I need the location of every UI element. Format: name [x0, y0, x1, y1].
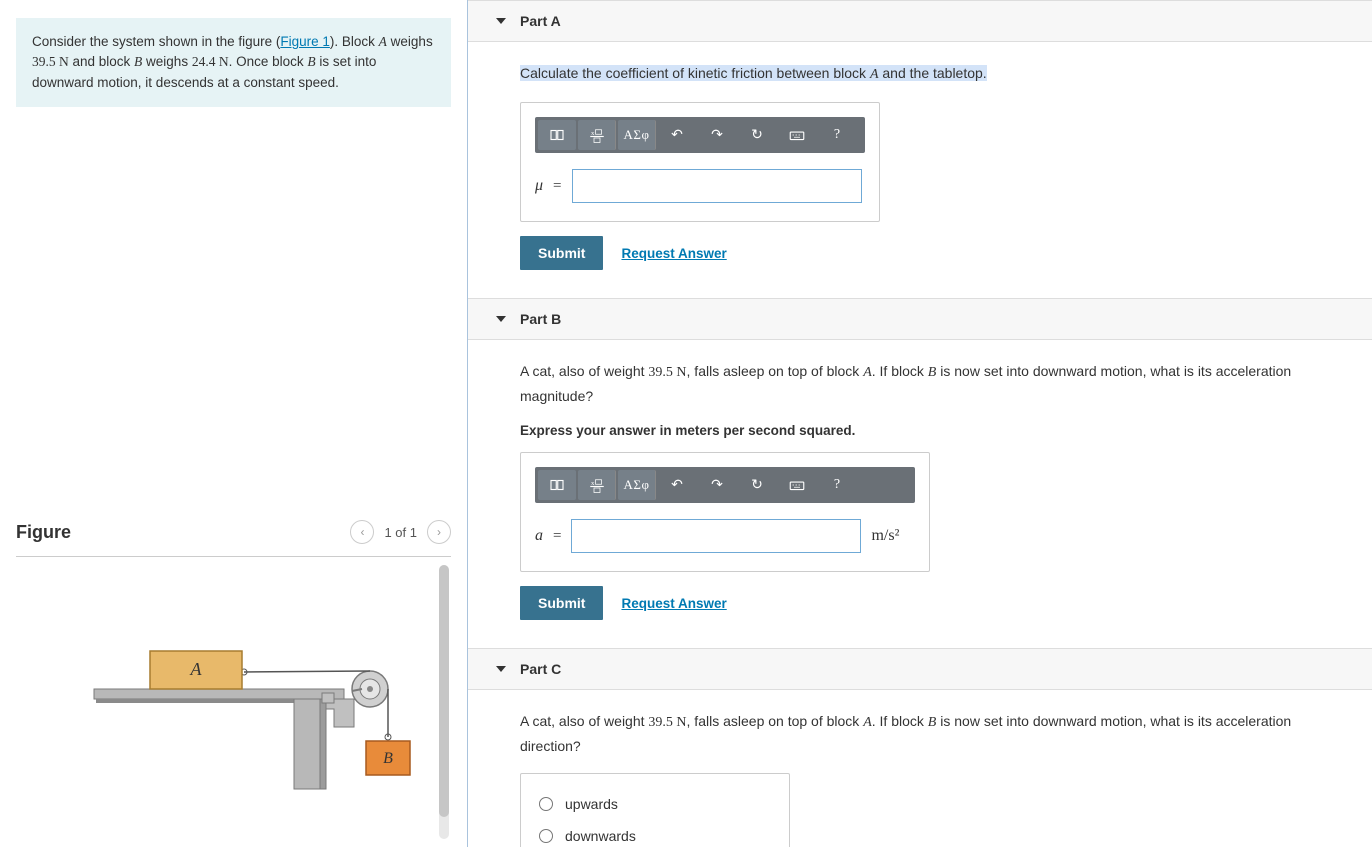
undo-icon[interactable]: ↶ [658, 470, 696, 500]
part-a-title: Part A [520, 13, 561, 29]
figure-header: Figure ‹ 1 of 1 › [16, 514, 451, 557]
variable-label: a [535, 527, 543, 545]
figure-link[interactable]: Figure 1 [280, 34, 330, 49]
radio-option-upwards[interactable]: upwards [539, 788, 771, 820]
weight-value: 39.5 N [648, 365, 686, 380]
fraction-icon[interactable]: x [578, 470, 616, 500]
radio-downwards[interactable] [539, 829, 553, 843]
part-a-answer-box: x ΑΣφ ↶ ↷ ↻ ? μ = [520, 102, 880, 222]
left-panel: Consider the system shown in the figure … [0, 0, 468, 847]
figure-scroll-thumb[interactable] [439, 565, 449, 817]
equals-sign: = [553, 528, 561, 545]
problem-text: weighs [142, 54, 192, 69]
figure-nav-label: 1 of 1 [384, 525, 417, 540]
keyboard-icon[interactable] [778, 470, 816, 500]
right-panel: Part A Calculate the coefficient of kine… [468, 0, 1372, 847]
weight-B: 24.4 N [192, 54, 229, 69]
request-answer-link[interactable]: Request Answer [621, 246, 726, 261]
redo-icon[interactable]: ↷ [698, 470, 736, 500]
greek-button[interactable]: ΑΣφ [618, 120, 656, 150]
block-b-label: B [383, 750, 393, 767]
template-icon[interactable] [538, 470, 576, 500]
figure-scrollbar[interactable] [439, 565, 449, 839]
var-A: A [870, 67, 879, 82]
radio-option-downwards[interactable]: downwards [539, 820, 771, 847]
variable-label: μ [535, 177, 543, 195]
answer-row: μ = [535, 169, 865, 203]
equals-sign: = [553, 178, 561, 195]
request-answer-link[interactable]: Request Answer [621, 596, 726, 611]
prompt-text: , falls asleep on top of block [687, 713, 864, 729]
problem-text: and block [69, 54, 134, 69]
radio-label: downwards [565, 828, 636, 844]
problem-statement: Consider the system shown in the figure … [16, 18, 451, 107]
part-c-body: A cat, also of weight 39.5 N, falls asle… [468, 690, 1372, 847]
part-a-prompt: Calculate the coefficient of kinetic fri… [520, 62, 1344, 86]
figure-title: Figure [16, 522, 71, 543]
answer-row: a = m/s² [535, 519, 915, 553]
figure-nav: ‹ 1 of 1 › [350, 520, 451, 544]
var-A: A [863, 365, 872, 380]
radio-upwards[interactable] [539, 797, 553, 811]
part-c-title: Part C [520, 661, 561, 677]
chevron-down-icon [496, 18, 506, 24]
part-c-prompt: A cat, also of weight 39.5 N, falls asle… [520, 710, 1344, 757]
radio-label: upwards [565, 796, 618, 812]
part-b-instruction: Express your answer in meters per second… [520, 423, 1344, 438]
problem-text: Consider the system shown in the figure … [32, 34, 280, 49]
equation-toolbar: x ΑΣφ ↶ ↷ ↻ ? [535, 467, 915, 503]
keyboard-icon[interactable] [778, 120, 816, 150]
submit-button[interactable]: Submit [520, 586, 603, 620]
greek-button[interactable]: ΑΣφ [618, 470, 656, 500]
help-button[interactable]: ? [818, 120, 856, 150]
equation-toolbar: x ΑΣφ ↶ ↷ ↻ ? [535, 117, 865, 153]
prompt-text: . If block [872, 363, 928, 379]
submit-button[interactable]: Submit [520, 236, 603, 270]
fraction-icon[interactable]: x [578, 120, 616, 150]
prompt-text: , falls asleep on top of block [687, 363, 864, 379]
weight-A: 39.5 N [32, 54, 69, 69]
part-c-header[interactable]: Part C [468, 648, 1372, 690]
chevron-down-icon [496, 316, 506, 322]
var-B: B [307, 54, 315, 69]
prompt-text: A cat, also of weight [520, 363, 648, 379]
part-c-options: upwards downwards [520, 773, 790, 847]
prompt-text: and the tabletop. [879, 65, 987, 81]
figure-diagram: A B [54, 597, 414, 817]
var-A: A [379, 34, 387, 49]
chevron-down-icon [496, 666, 506, 672]
problem-text: weighs [387, 34, 433, 49]
problem-text: ). Block [330, 34, 379, 49]
weight-value: 39.5 N [648, 715, 686, 730]
undo-icon[interactable]: ↶ [658, 120, 696, 150]
part-b-input[interactable] [571, 519, 861, 553]
part-b-title: Part B [520, 311, 561, 327]
help-button[interactable]: ? [818, 470, 856, 500]
part-b-header[interactable]: Part B [468, 298, 1372, 340]
var-A: A [863, 715, 872, 730]
reset-icon[interactable]: ↻ [738, 120, 776, 150]
units-label: m/s² [871, 527, 899, 545]
reset-icon[interactable]: ↻ [738, 470, 776, 500]
submit-row: Submit Request Answer [520, 586, 1344, 620]
part-b-answer-box: x ΑΣφ ↶ ↷ ↻ ? a = m/s² [520, 452, 930, 572]
figure-area: A B [16, 557, 451, 847]
template-icon[interactable] [538, 120, 576, 150]
part-a-body: Calculate the coefficient of kinetic fri… [468, 42, 1372, 298]
part-a-header[interactable]: Part A [468, 0, 1372, 42]
figure-prev-button[interactable]: ‹ [350, 520, 374, 544]
figure-next-button[interactable]: › [427, 520, 451, 544]
problem-text: . Once block [229, 54, 308, 69]
redo-icon[interactable]: ↷ [698, 120, 736, 150]
prompt-text: Calculate the coefficient of kinetic fri… [520, 65, 870, 81]
part-b-body: A cat, also of weight 39.5 N, falls asle… [468, 340, 1372, 648]
prompt-text: . If block [872, 713, 928, 729]
part-a-input[interactable] [572, 169, 862, 203]
part-b-prompt: A cat, also of weight 39.5 N, falls asle… [520, 360, 1344, 407]
submit-row: Submit Request Answer [520, 236, 1344, 270]
block-a-label: A [189, 659, 202, 679]
prompt-text: A cat, also of weight [520, 713, 648, 729]
